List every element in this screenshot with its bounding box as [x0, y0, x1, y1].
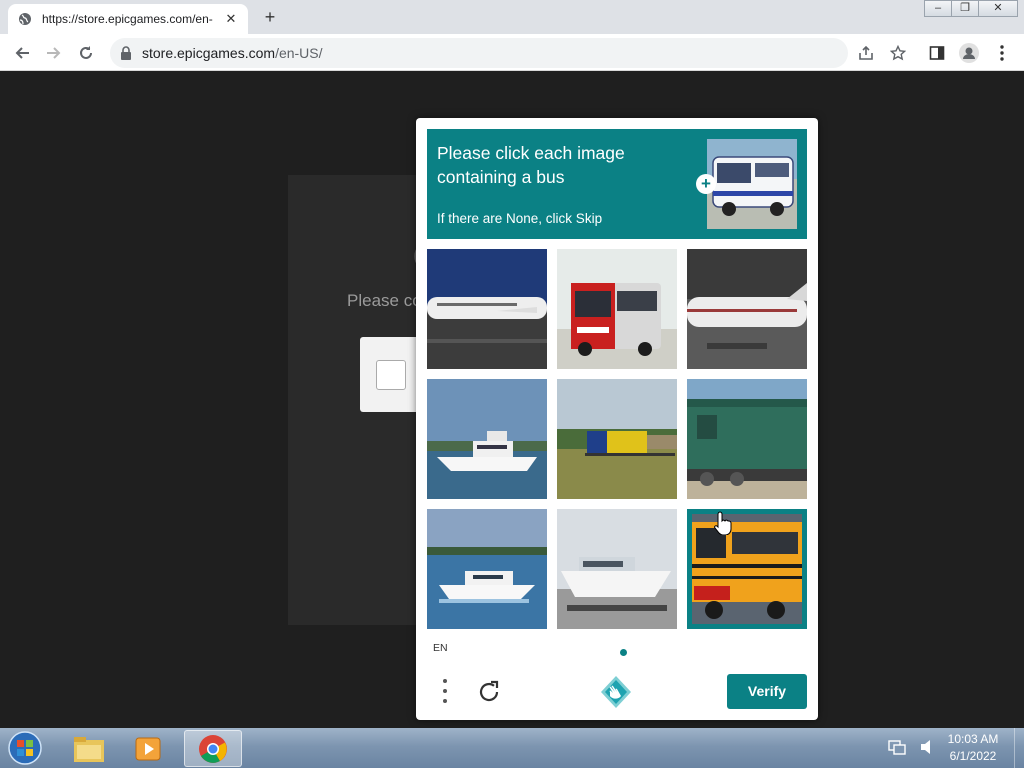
globe-icon: [18, 12, 32, 26]
captcha-tile-2-bus[interactable]: [557, 249, 677, 369]
browser-titlebar: https://store.epicgames.com/en- ✕ + – ❐ …: [0, 0, 1024, 34]
windows-taskbar: 10:03 AM 6/1/2022: [0, 728, 1024, 768]
start-button[interactable]: [6, 730, 44, 766]
captcha-tile-6-train[interactable]: [687, 379, 807, 499]
restore-button[interactable]: ❐: [951, 0, 979, 17]
captcha-tile-9-school-bus[interactable]: [687, 509, 807, 629]
close-window-button[interactable]: ✕: [978, 0, 1018, 17]
network-icon[interactable]: [888, 738, 906, 761]
captcha-challenge-modal: Please click each image containing a bus…: [416, 118, 818, 720]
new-tab-button[interactable]: +: [260, 7, 280, 27]
captcha-tile-4-boat[interactable]: [427, 379, 547, 499]
taskbar-clock[interactable]: 10:03 AM 6/1/2022: [938, 731, 1008, 765]
lock-icon: [120, 46, 132, 60]
page-indicator-dot: [620, 649, 627, 656]
side-panel-icon[interactable]: [927, 43, 947, 63]
url-path: /en-US/: [275, 45, 323, 61]
clock-date: 6/1/2022: [949, 749, 997, 763]
captcha-tile-1-airplane[interactable]: [427, 249, 547, 369]
background-checkbox: [376, 360, 406, 390]
refresh-challenge-icon[interactable]: [476, 679, 502, 705]
url-host: store.epicgames.com: [142, 45, 276, 61]
clock-time: 10:03 AM: [947, 732, 999, 746]
minimize-button[interactable]: –: [924, 0, 952, 17]
example-bus-image[interactable]: [707, 139, 797, 229]
volume-icon[interactable]: [920, 739, 934, 760]
browser-tab[interactable]: https://store.epicgames.com/en- ✕: [8, 4, 248, 34]
tab-title: https://store.epicgames.com/en-: [42, 12, 213, 26]
captcha-tile-8-boat[interactable]: [557, 509, 677, 629]
captcha-prompt-banner: Please click each image containing a bus…: [427, 129, 807, 239]
expand-example-icon[interactable]: +: [696, 174, 716, 194]
captcha-skip-hint: If there are None, click Skip: [437, 211, 603, 226]
language-selector[interactable]: EN: [433, 642, 448, 654]
forward-icon[interactable]: [44, 43, 64, 63]
browser-toolbar: store.epicgames.com/en-US/: [0, 34, 1024, 71]
back-icon[interactable]: [12, 43, 32, 63]
captcha-prompt-text: Please click each image containing a bus: [437, 143, 625, 187]
taskbar-explorer-icon[interactable]: [60, 730, 118, 767]
close-tab-icon[interactable]: ✕: [224, 11, 238, 27]
captcha-tile-5-train[interactable]: [557, 379, 677, 499]
captcha-tile-3-airplane[interactable]: [687, 249, 807, 369]
captcha-image-grid: [427, 249, 807, 629]
verify-button[interactable]: Verify: [727, 674, 807, 709]
background-prompt-text: Please co: [347, 291, 422, 310]
window-controls: – ❐ ✕: [924, 0, 1024, 17]
hand-cursor-icon: [714, 511, 732, 536]
system-tray: [888, 738, 934, 761]
url-text: store.epicgames.com/en-US/: [142, 45, 323, 61]
hcaptcha-logo-icon[interactable]: [599, 675, 633, 709]
bookmark-star-icon[interactable]: [888, 43, 908, 63]
profile-avatar-icon[interactable]: [959, 43, 979, 63]
taskbar-chrome-icon[interactable]: [184, 730, 242, 767]
address-bar[interactable]: store.epicgames.com/en-US/: [110, 38, 848, 68]
show-desktop-button[interactable]: [1014, 728, 1024, 768]
share-icon[interactable]: [856, 43, 876, 63]
taskbar-media-player-icon[interactable]: [120, 730, 178, 767]
browser-menu-icon[interactable]: [992, 43, 1012, 63]
reload-icon[interactable]: [76, 43, 96, 63]
captcha-menu-icon[interactable]: [438, 679, 452, 703]
captcha-tile-7-boat[interactable]: [427, 509, 547, 629]
